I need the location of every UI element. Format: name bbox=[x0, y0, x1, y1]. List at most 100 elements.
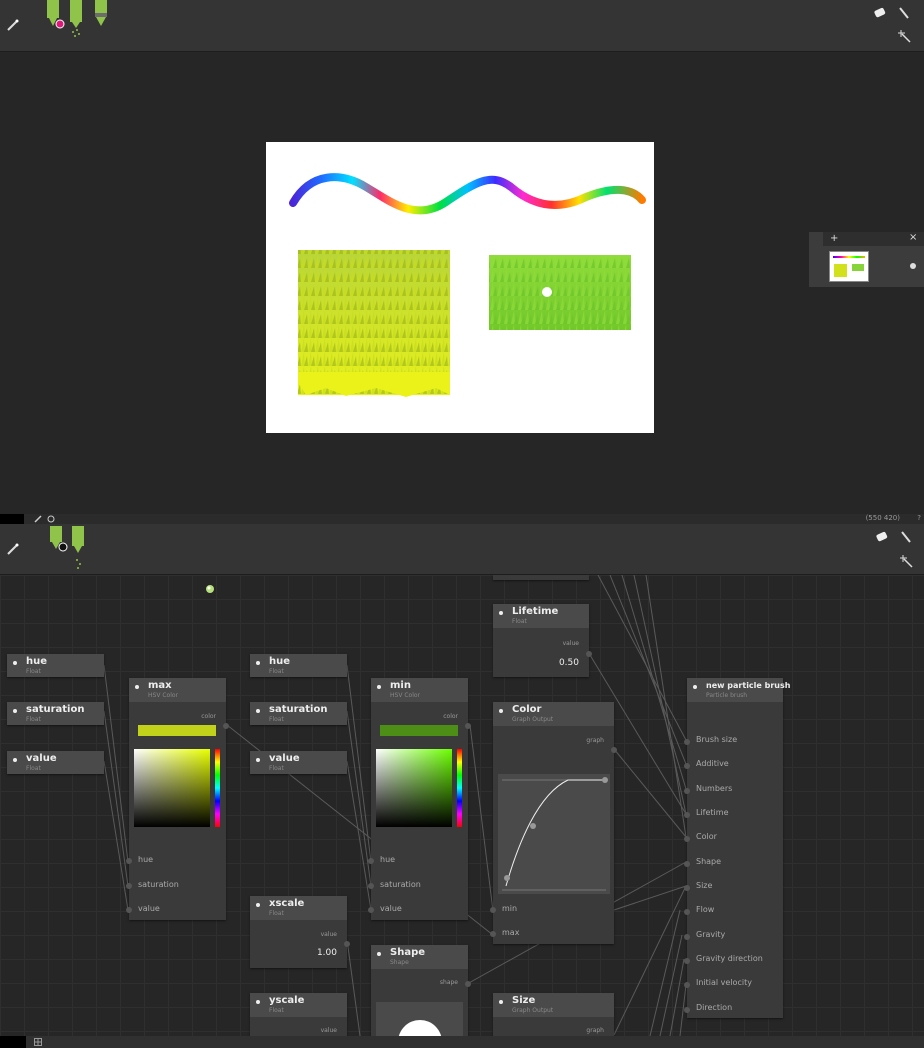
brush-pick-icon[interactable] bbox=[898, 6, 910, 20]
input-port[interactable] bbox=[368, 907, 374, 913]
node-color-graph[interactable]: Color Graph Output graph min max bbox=[490, 702, 617, 944]
close-layers-button[interactable]: × bbox=[909, 232, 917, 243]
output-port[interactable] bbox=[465, 723, 471, 729]
node-type: Shape bbox=[390, 959, 409, 966]
node-value-1[interactable]: value Float bbox=[7, 751, 104, 774]
brush-pick-icon[interactable] bbox=[900, 530, 912, 544]
spray-marker-icon[interactable] bbox=[68, 0, 84, 40]
node-max-hsv-color[interactable]: max HSV Color color hue saturation value bbox=[126, 678, 229, 920]
grid-toggle-icon[interactable] bbox=[34, 1038, 42, 1046]
curve-editor[interactable] bbox=[498, 774, 610, 894]
input-port[interactable] bbox=[684, 934, 690, 940]
eraser-icon[interactable] bbox=[873, 7, 887, 19]
color-swatch[interactable] bbox=[380, 725, 458, 736]
node-size-graph[interactable]: Size Graph Output graph bbox=[493, 993, 614, 1036]
node-header[interactable]: hue Float bbox=[7, 654, 104, 677]
node-header[interactable]: hue Float bbox=[250, 654, 347, 677]
yellow-grass-patch bbox=[298, 250, 450, 397]
input-port[interactable] bbox=[684, 885, 690, 891]
magic-wand-icon[interactable] bbox=[6, 18, 20, 32]
node-yscale[interactable]: yscale Float value bbox=[250, 993, 347, 1036]
help-icon[interactable]: ? bbox=[917, 514, 921, 522]
splitter[interactable] bbox=[0, 514, 924, 524]
node-header[interactable]: saturation Float bbox=[250, 702, 347, 725]
drawing-canvas[interactable] bbox=[266, 142, 654, 433]
input-port[interactable] bbox=[368, 883, 374, 889]
node-shape[interactable]: Shape Shape shape bbox=[371, 945, 471, 1036]
input-port[interactable] bbox=[490, 931, 496, 937]
node-header[interactable]: Color Graph Output bbox=[493, 702, 614, 726]
selected-color-dot[interactable] bbox=[55, 19, 65, 29]
input-port[interactable] bbox=[368, 858, 374, 864]
input-port[interactable] bbox=[126, 883, 132, 889]
pen-icon[interactable] bbox=[94, 0, 108, 28]
splitter-handle bbox=[0, 514, 24, 524]
eraser-icon[interactable] bbox=[875, 531, 889, 543]
node-particle-brush[interactable]: new particle brush Particle brush Brush … bbox=[684, 678, 790, 1018]
input-port[interactable] bbox=[684, 763, 690, 769]
node-min-hsv-color[interactable]: min HSV Color color hue saturation value bbox=[368, 678, 471, 920]
hue-slider[interactable] bbox=[215, 749, 220, 827]
node-header[interactable]: Size Graph Output bbox=[493, 993, 614, 1017]
output-port[interactable] bbox=[611, 747, 617, 753]
node-saturation-2[interactable]: saturation Float bbox=[250, 702, 347, 725]
input-port[interactable] bbox=[684, 739, 690, 745]
selected-color-dot[interactable] bbox=[58, 542, 68, 552]
eyedropper-icon[interactable] bbox=[34, 515, 42, 523]
input-label: Gravity bbox=[696, 930, 726, 939]
green-grass-patch bbox=[489, 255, 631, 330]
wand-sparkle-icon[interactable] bbox=[898, 30, 912, 44]
layer-visibility-icon[interactable] bbox=[910, 263, 916, 269]
node-header[interactable]: xscale Float bbox=[250, 896, 347, 920]
wand-sparkle-icon[interactable] bbox=[900, 555, 914, 569]
input-port[interactable] bbox=[684, 861, 690, 867]
node-graph[interactable]: hue Float saturation Float value Float m… bbox=[0, 575, 924, 1036]
node-saturation-1[interactable]: saturation Float bbox=[7, 702, 104, 725]
layer-thumbnail[interactable] bbox=[829, 251, 869, 282]
node-header[interactable]: min HSV Color bbox=[371, 678, 468, 702]
input-port[interactable] bbox=[126, 858, 132, 864]
spray-marker-icon[interactable] bbox=[70, 526, 86, 570]
node-header[interactable]: value Float bbox=[7, 751, 104, 774]
node-header[interactable]: Lifetime Float bbox=[493, 604, 589, 628]
input-port[interactable] bbox=[684, 909, 690, 915]
input-label: Size bbox=[696, 881, 713, 890]
saturation-value-picker[interactable] bbox=[134, 749, 210, 827]
node-header[interactable]: max HSV Color bbox=[129, 678, 226, 702]
node-type: Float bbox=[26, 716, 41, 723]
input-port[interactable] bbox=[126, 907, 132, 913]
xscale-value[interactable]: 1.00 bbox=[317, 948, 337, 958]
input-port[interactable] bbox=[684, 812, 690, 818]
input-label: Color bbox=[696, 832, 717, 841]
node-header[interactable]: saturation Float bbox=[7, 702, 104, 725]
node-header[interactable]: Shape Shape bbox=[371, 945, 468, 969]
hue-slider[interactable] bbox=[457, 749, 462, 827]
input-port[interactable] bbox=[490, 907, 496, 913]
color-swatch[interactable] bbox=[138, 725, 216, 736]
node-header[interactable]: yscale Float bbox=[250, 993, 347, 1017]
shape-preview[interactable] bbox=[376, 1002, 463, 1036]
output-port[interactable] bbox=[465, 981, 471, 987]
lifetime-value[interactable]: 0.50 bbox=[559, 658, 579, 668]
input-port[interactable] bbox=[684, 958, 690, 964]
input-port[interactable] bbox=[684, 836, 690, 842]
input-port[interactable] bbox=[684, 982, 690, 988]
node-title: Color bbox=[512, 704, 542, 715]
node-header[interactable]: value Float bbox=[250, 751, 347, 774]
input-port[interactable] bbox=[684, 788, 690, 794]
node-hue-2[interactable]: hue Float bbox=[250, 654, 347, 677]
magic-wand-icon[interactable] bbox=[6, 542, 20, 556]
node-xscale[interactable]: xscale Float value 1.00 bbox=[250, 896, 350, 968]
input-port[interactable] bbox=[684, 1007, 690, 1013]
output-port[interactable] bbox=[586, 651, 592, 657]
output-port[interactable] bbox=[223, 723, 229, 729]
node-partial-top[interactable] bbox=[493, 575, 589, 580]
node-header[interactable]: new particle brush Particle brush bbox=[687, 678, 790, 702]
saturation-value-picker[interactable] bbox=[376, 749, 452, 827]
node-hue-1[interactable]: hue Float bbox=[7, 654, 104, 677]
swap-icon[interactable] bbox=[47, 515, 55, 523]
node-value-2[interactable]: value Float bbox=[250, 751, 347, 774]
node-lifetime[interactable]: Lifetime Float value 0.50 bbox=[493, 604, 592, 677]
add-layer-button[interactable]: + bbox=[830, 233, 838, 244]
output-port[interactable] bbox=[344, 941, 350, 947]
